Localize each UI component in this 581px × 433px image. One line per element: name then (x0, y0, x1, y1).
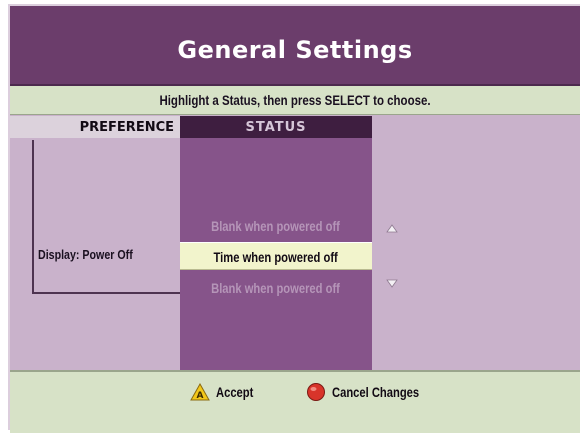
status-option-label: Blank when powered off (211, 218, 341, 234)
yellow-triangle-a-icon: A (190, 383, 210, 401)
instruction-text: Highlight a Status, then press SELECT to… (159, 92, 431, 108)
accept-label: Accept (216, 384, 254, 400)
button-legend-bar: A Accept Cancel Changes (10, 370, 580, 433)
preference-column-header: PREFERENCE (10, 116, 180, 138)
status-column[interactable]: Blank when powered off Time when powered… (180, 138, 372, 370)
settings-frame: General Settings Highlight a Status, the… (8, 4, 580, 433)
page-title: General Settings (177, 36, 413, 64)
preference-panel: Display: Power Off (32, 140, 180, 294)
instruction-bar: Highlight a Status, then press SELECT to… (10, 86, 580, 115)
tv-settings-screen: General Settings Highlight a Status, the… (0, 0, 581, 433)
title-bar: General Settings (10, 6, 580, 86)
status-option-previous[interactable]: Blank when powered off (180, 212, 372, 240)
red-circle-icon (307, 383, 325, 401)
preference-label: Display: Power Off (38, 247, 133, 262)
status-option-label: Time when powered off (213, 249, 339, 265)
cancel-changes-label: Cancel Changes (332, 384, 420, 400)
status-header-label: STATUS (245, 120, 307, 135)
status-option-label: Blank when powered off (211, 280, 341, 296)
scroll-down-arrow-icon[interactable] (386, 278, 398, 288)
status-column-header: STATUS (180, 116, 372, 138)
preference-header-label: PREFERENCE (79, 120, 174, 135)
cancel-changes-button[interactable]: Cancel Changes (306, 382, 441, 402)
status-option-next[interactable]: Blank when powered off (180, 274, 372, 302)
accept-button[interactable]: A Accept (190, 382, 263, 402)
status-option-selected[interactable]: Time when powered off (180, 242, 372, 270)
svg-text:A: A (197, 391, 204, 401)
scroll-up-arrow-icon[interactable] (386, 224, 398, 234)
